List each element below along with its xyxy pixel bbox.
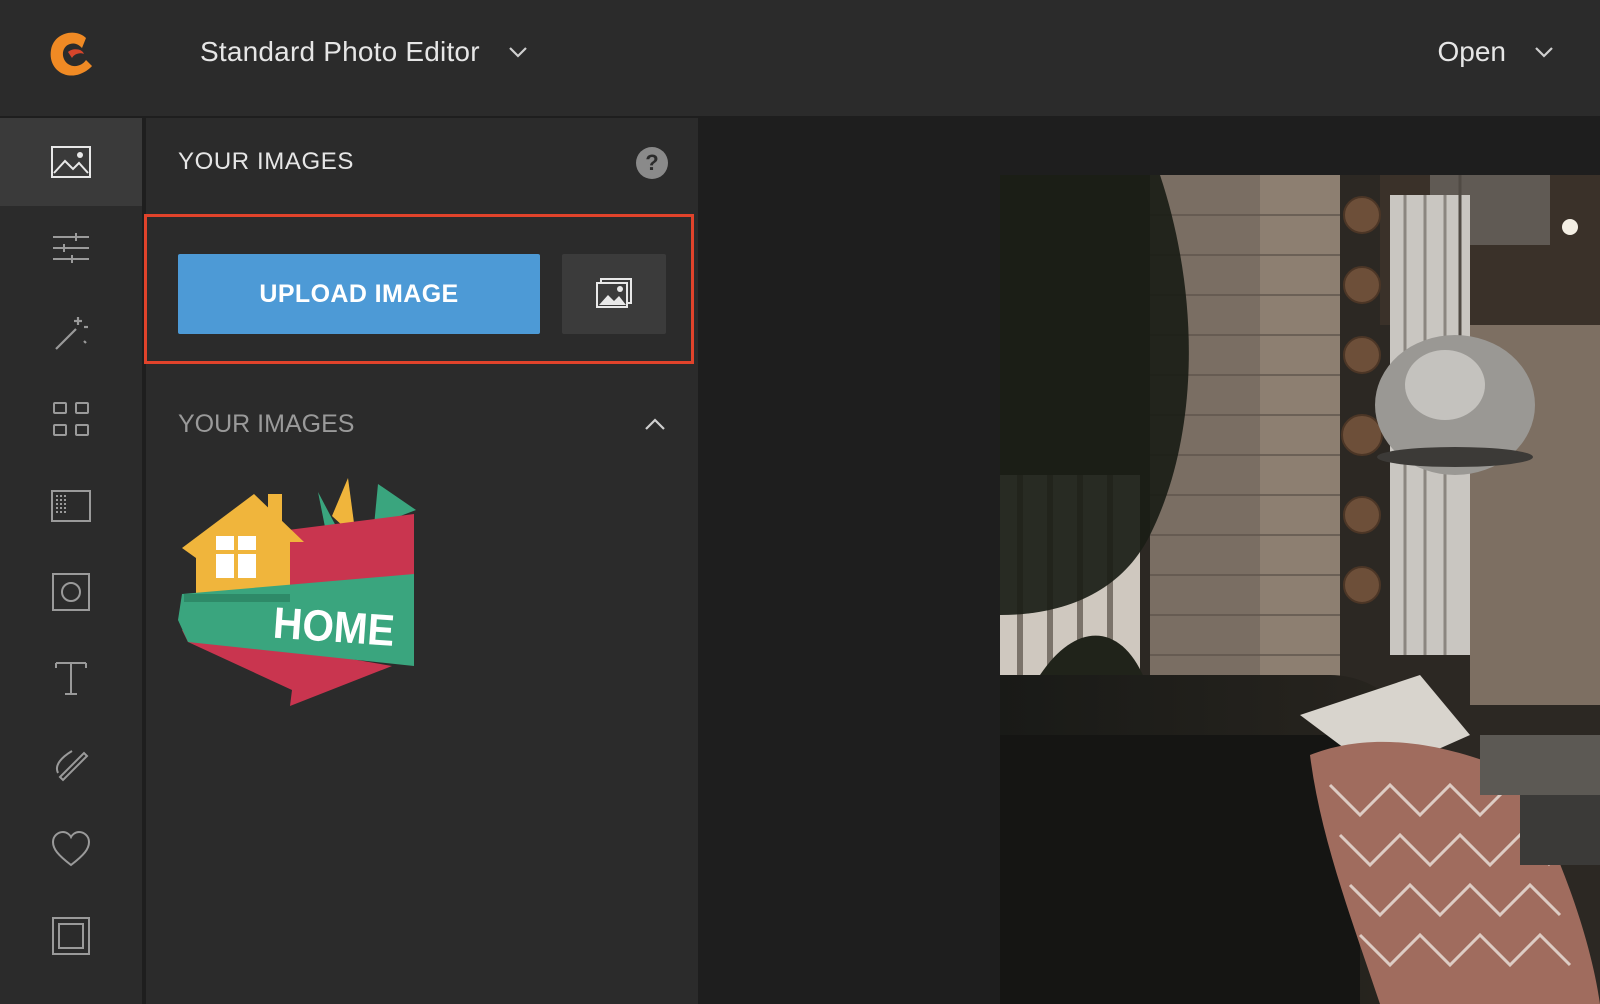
editor-mode-label: Standard Photo Editor xyxy=(200,36,480,67)
grid-icon xyxy=(53,402,89,436)
top-bar: Standard Photo Editor Open xyxy=(0,0,1600,116)
rail-item-adjust[interactable] xyxy=(0,204,142,292)
photo-editor-app: Standard Photo Editor Open YOUR IMAGES ?… xyxy=(0,0,1600,1004)
tool-rail xyxy=(0,118,142,1004)
rail-item-draw[interactable] xyxy=(0,720,142,808)
open-label: Open xyxy=(1437,36,1507,67)
images-panel: YOUR IMAGES ? UPLOAD IMAGE YOUR IMAGES H… xyxy=(144,118,698,1004)
rail-item-favorites[interactable] xyxy=(0,806,142,894)
rail-item-frames[interactable] xyxy=(0,548,142,636)
image-gallery-button[interactable] xyxy=(562,254,666,334)
rail-item-effects[interactable] xyxy=(0,290,142,378)
editor-mode-dropdown[interactable]: Standard Photo Editor xyxy=(200,28,528,76)
magic-wand-icon xyxy=(55,317,88,350)
upload-image-button[interactable]: UPLOAD IMAGE xyxy=(178,254,540,334)
chevron-down-icon xyxy=(508,47,527,58)
canvas-photo[interactable] xyxy=(1000,175,1600,1004)
sticker-text: HOME xyxy=(272,598,397,655)
text-icon xyxy=(55,662,87,695)
home-sticker-thumbnail[interactable]: HOME xyxy=(178,470,422,714)
chevron-down-icon xyxy=(1535,47,1553,58)
rail-item-textures[interactable] xyxy=(0,462,142,550)
chevron-up-icon xyxy=(645,418,665,430)
frame-circle-icon xyxy=(52,573,90,611)
brush-icon xyxy=(56,750,89,782)
photo-library-icon xyxy=(596,278,632,308)
panel-title: YOUR IMAGES xyxy=(178,148,354,175)
open-dropdown[interactable]: Open xyxy=(1438,28,1555,76)
help-icon[interactable]: ? xyxy=(636,147,668,179)
rail-item-collage[interactable] xyxy=(0,376,142,464)
border-frame-icon xyxy=(52,917,90,955)
image-icon xyxy=(51,146,91,178)
sliders-icon xyxy=(53,233,89,263)
your-images-section-header[interactable]: YOUR IMAGES xyxy=(178,404,666,444)
rail-item-borders[interactable] xyxy=(0,892,142,980)
texture-icon xyxy=(51,490,91,522)
app-logo-icon[interactable] xyxy=(46,30,94,80)
rail-item-text[interactable] xyxy=(0,634,142,722)
heart-icon xyxy=(51,830,91,867)
rail-item-images[interactable] xyxy=(0,118,142,206)
section-label: YOUR IMAGES xyxy=(178,409,355,438)
